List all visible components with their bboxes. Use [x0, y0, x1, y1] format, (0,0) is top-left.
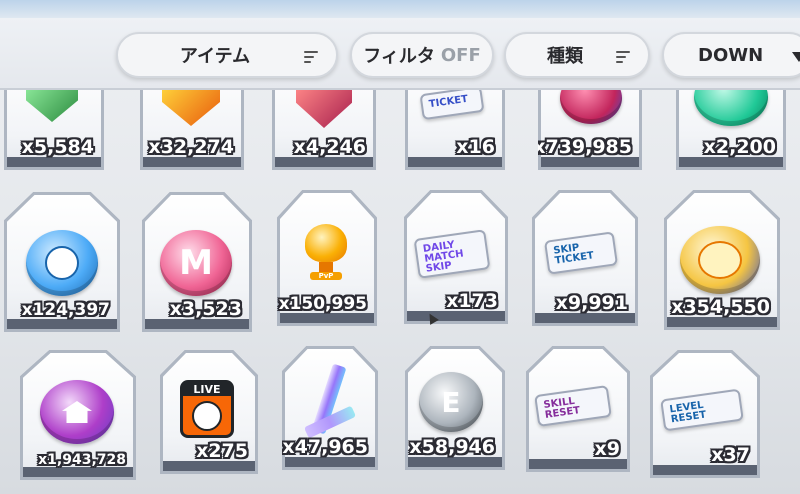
item-slot[interactable]: LEVEL RESET x37 — [650, 350, 760, 478]
item-count: x739,985 — [533, 136, 632, 158]
live-label: LIVE — [183, 383, 231, 396]
item-sort-button[interactable]: アイテム — [116, 32, 338, 78]
crystal-l-icon — [302, 363, 358, 439]
item-count: x37 — [711, 444, 750, 466]
gold-trophy-icon: PvP — [305, 224, 347, 280]
item-count: x150,995 — [278, 294, 367, 314]
coin-glyph: E — [441, 385, 461, 419]
item-slot[interactable]: x124,397 — [4, 192, 120, 332]
chevron-down-icon — [792, 52, 800, 62]
item-slot[interactable]: DAILY MATCH SKIP x173 — [404, 190, 508, 324]
item-count: x16 — [456, 136, 495, 158]
item-sort-label: アイテム — [179, 46, 251, 67]
item-slot[interactable]: SKILL RESET x9 — [526, 346, 630, 472]
pink-m-coin-icon: M — [160, 230, 232, 296]
item-slot[interactable]: LIVE x275 — [160, 350, 258, 474]
filter-button[interactable]: フィルタ OFF — [350, 32, 494, 78]
live-volleyball-icon: LIVE — [180, 380, 234, 438]
purple-house-coin-icon — [40, 380, 114, 444]
item-count: x275 — [196, 440, 248, 462]
item-count: x9,991 — [555, 292, 628, 314]
sort-icon — [304, 51, 318, 63]
trophy-label: PvP — [310, 272, 342, 280]
item-count: x124,397 — [21, 300, 110, 320]
order-toggle-button[interactable]: DOWN — [662, 32, 800, 78]
filter-state: OFF — [440, 44, 481, 66]
item-count: x58,946 — [409, 436, 495, 458]
item-slot[interactable]: x1,943,728 — [20, 350, 136, 480]
item-count: x4,246 — [293, 136, 366, 158]
item-slot[interactable]: x47,965 — [282, 346, 378, 470]
type-sort-button[interactable]: 種類 — [504, 32, 650, 78]
item-slot[interactable]: E x58,946 — [405, 346, 505, 470]
item-count: x173 — [446, 290, 498, 312]
order-label: DOWN — [698, 44, 764, 66]
type-label: 種類 — [547, 46, 583, 67]
gold-volleyball-coin-icon — [680, 226, 760, 294]
inventory-screen: x5,584 x32,274 x4,246 TICKET x16 x739,98… — [0, 0, 800, 494]
item-slot[interactable]: x354,550 — [664, 190, 780, 330]
item-count: x354,550 — [671, 296, 770, 318]
item-count: x3,523 — [169, 298, 242, 320]
item-count: x47,965 — [282, 436, 368, 458]
sort-filter-toolbar: アイテム フィルタ OFF 種類 DOWN — [0, 18, 800, 90]
sort-icon — [616, 51, 630, 63]
item-count: x2,200 — [703, 136, 776, 158]
filter-label: フィルタ — [363, 46, 435, 67]
coin-glyph: M — [179, 243, 213, 283]
item-slot[interactable]: M x3,523 — [142, 192, 252, 332]
item-slot[interactable]: SKIP TICKET x9,991 — [532, 190, 638, 326]
item-count: x1,943,728 — [38, 452, 126, 468]
item-count: x32,274 — [148, 136, 234, 158]
silver-e-coin-icon: E — [419, 372, 483, 432]
item-count: x5,584 — [21, 136, 94, 158]
item-count: x9 — [594, 438, 620, 460]
item-slot[interactable]: PvP x150,995 — [277, 190, 377, 326]
blue-volleyball-coin-icon — [26, 230, 98, 296]
